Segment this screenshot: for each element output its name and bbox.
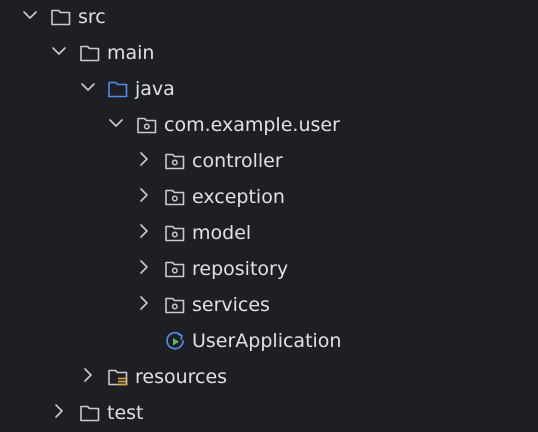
tree-node-repository[interactable]: repository <box>0 252 538 288</box>
package-icon <box>137 117 157 134</box>
tree-node-user-application[interactable]: UserApplication <box>0 324 538 360</box>
chevron-right-icon[interactable] <box>136 223 152 239</box>
chevron-right-icon[interactable] <box>136 151 152 167</box>
package-icon <box>165 225 185 242</box>
tree-node-resources[interactable]: resources <box>0 360 538 396</box>
package-icon <box>165 189 185 206</box>
package-icon <box>165 297 185 314</box>
tree-node-label: model <box>192 222 252 244</box>
folder-icon <box>80 45 100 62</box>
package-icon <box>165 153 185 170</box>
chevron-right-icon[interactable] <box>80 367 96 383</box>
tree-node-main[interactable]: main <box>0 36 538 72</box>
tree-node-controller[interactable]: controller <box>0 144 538 180</box>
chevron-right-icon[interactable] <box>136 187 152 203</box>
source-root-folder-icon <box>108 81 128 98</box>
tree-node-label: java <box>135 78 175 100</box>
package-icon <box>165 261 185 278</box>
tree-node-label: repository <box>192 258 289 280</box>
tree-node-label: controller <box>192 150 283 172</box>
tree-node-services[interactable]: services <box>0 288 538 324</box>
spring-boot-application-icon <box>166 331 184 350</box>
tree-node-label: services <box>192 294 270 316</box>
tree-node-src[interactable]: src <box>0 0 538 36</box>
chevron-right-icon[interactable] <box>136 295 152 311</box>
tree-node-label: exception <box>192 186 285 208</box>
tree-node-model[interactable]: model <box>0 216 538 252</box>
chevron-down-icon[interactable] <box>22 7 38 23</box>
tree-node-java[interactable]: java <box>0 72 538 108</box>
tree-node-package-root[interactable]: com.example.user <box>0 108 538 144</box>
tree-node-test[interactable]: test <box>0 396 538 432</box>
folder-icon <box>80 405 100 422</box>
chevron-down-icon[interactable] <box>80 79 96 95</box>
tree-node-label: src <box>78 6 106 28</box>
project-tree: src main java com.example.user controlle… <box>0 0 538 432</box>
chevron-down-icon[interactable] <box>108 115 124 131</box>
tree-node-exception[interactable]: exception <box>0 180 538 216</box>
resources-folder-icon <box>108 369 128 386</box>
tree-node-label: test <box>107 402 144 424</box>
tree-node-label: com.example.user <box>164 114 340 136</box>
tree-node-label: main <box>107 42 155 64</box>
chevron-right-icon[interactable] <box>51 403 67 419</box>
tree-node-label: resources <box>135 366 228 388</box>
chevron-down-icon[interactable] <box>51 43 67 59</box>
chevron-right-icon[interactable] <box>136 259 152 275</box>
folder-icon <box>51 9 71 26</box>
tree-node-label: UserApplication <box>192 330 342 352</box>
